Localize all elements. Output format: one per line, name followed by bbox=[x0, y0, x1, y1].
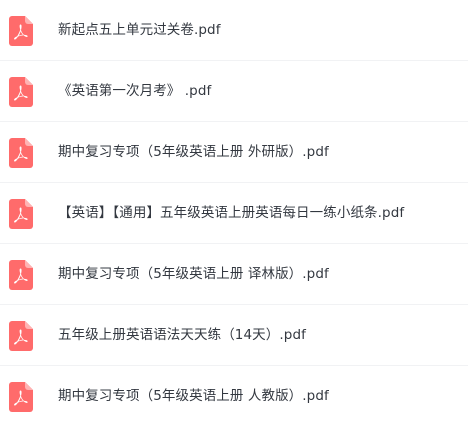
file-item[interactable]: 期中复习专项（5年级英语上册 译林版）.pdf bbox=[0, 244, 468, 305]
file-name: 期中复习专项（5年级英语上册 人教版）.pdf bbox=[58, 388, 329, 404]
pdf-file-icon bbox=[9, 382, 33, 412]
pdf-file-icon bbox=[9, 138, 33, 168]
pdf-file-icon bbox=[9, 321, 33, 351]
pdf-file-icon bbox=[9, 199, 33, 229]
file-name: 新起点五上单元过关卷.pdf bbox=[58, 22, 221, 38]
file-name: 五年级上册英语语法天天练（14天）.pdf bbox=[58, 327, 306, 343]
file-item[interactable]: 期中复习专项（5年级英语上册 外研版）.pdf bbox=[0, 122, 468, 183]
file-list: 新起点五上单元过关卷.pdf 《英语第一次月考》 .pdf 期中复习专项（5年级… bbox=[0, 0, 468, 424]
pdf-file-icon bbox=[9, 260, 33, 290]
file-name: 《英语第一次月考》 .pdf bbox=[58, 83, 212, 99]
file-item[interactable]: 【英语】【通用】五年级英语上册英语每日一练小纸条.pdf bbox=[0, 183, 468, 244]
file-item[interactable]: 新起点五上单元过关卷.pdf bbox=[0, 0, 468, 61]
pdf-file-icon bbox=[9, 77, 33, 107]
pdf-file-icon bbox=[9, 16, 33, 46]
file-item[interactable]: 《英语第一次月考》 .pdf bbox=[0, 61, 468, 122]
file-name: 【英语】【通用】五年级英语上册英语每日一练小纸条.pdf bbox=[58, 205, 405, 221]
file-item[interactable]: 五年级上册英语语法天天练（14天）.pdf bbox=[0, 305, 468, 366]
file-item[interactable]: 期中复习专项（5年级英语上册 人教版）.pdf bbox=[0, 366, 468, 427]
file-name: 期中复习专项（5年级英语上册 译林版）.pdf bbox=[58, 266, 329, 282]
file-name: 期中复习专项（5年级英语上册 外研版）.pdf bbox=[58, 144, 329, 160]
